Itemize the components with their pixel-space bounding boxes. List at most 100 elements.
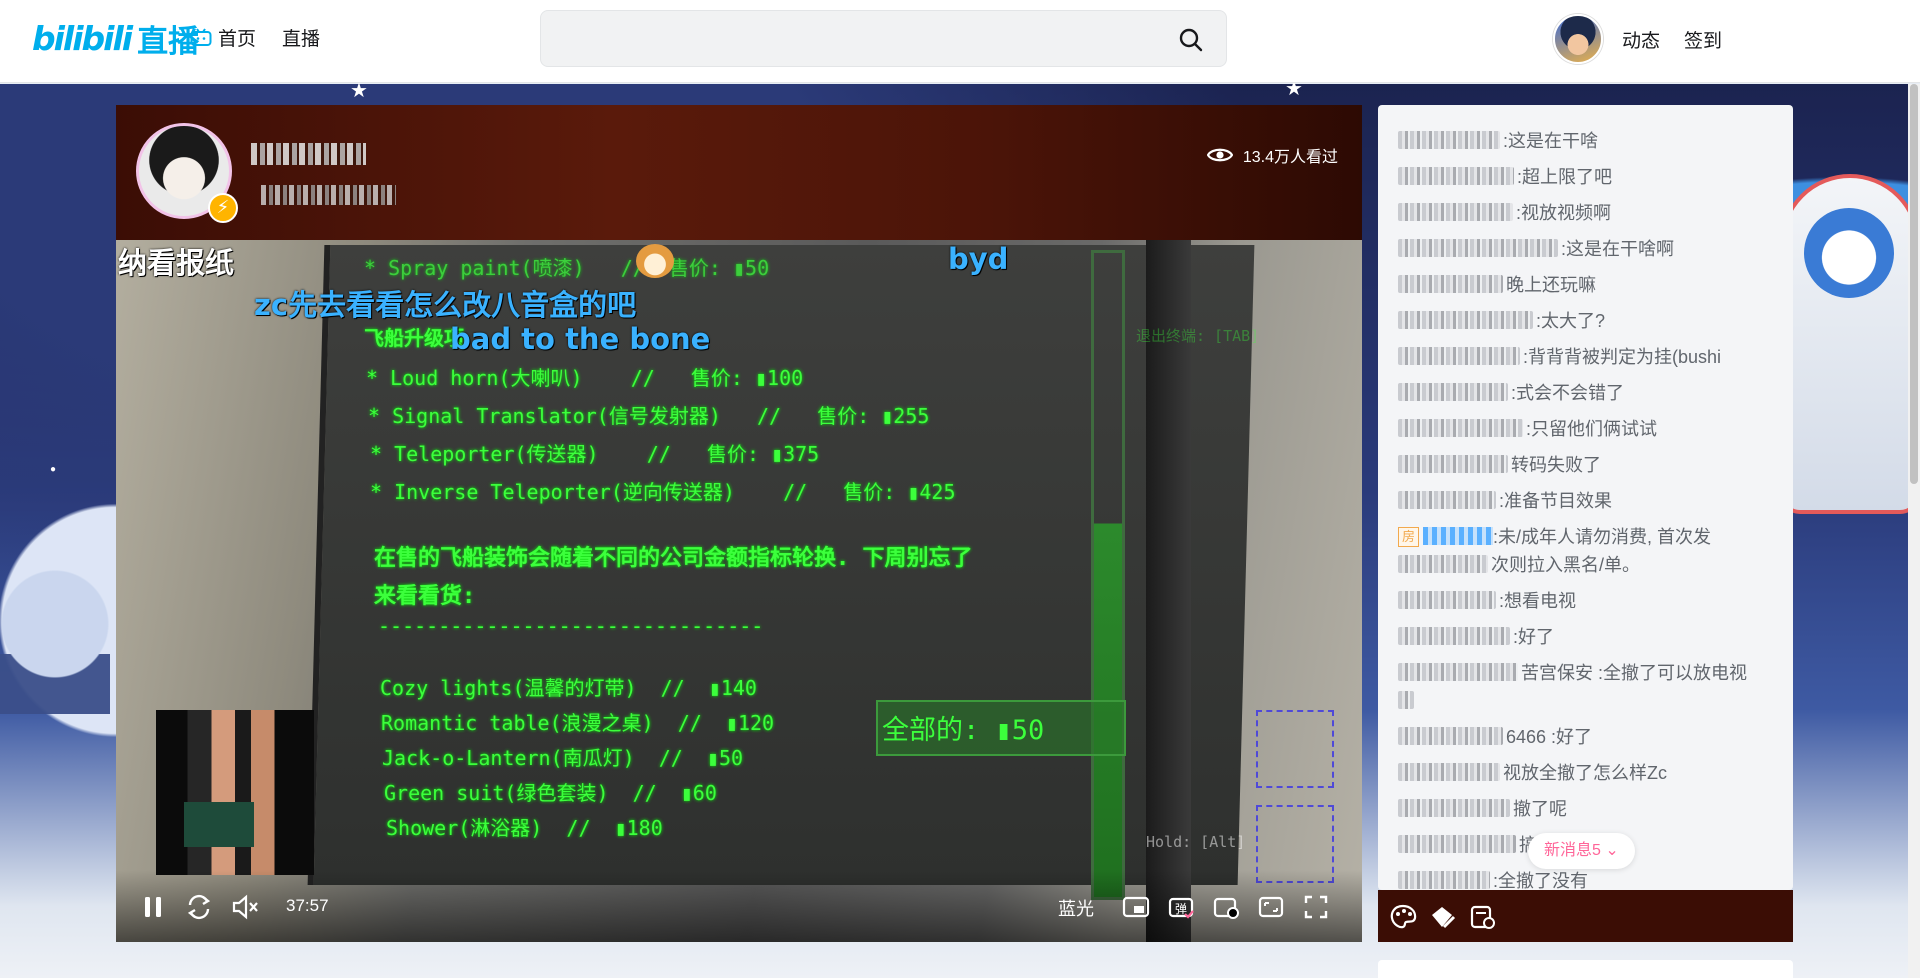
terminal-line: * Signal Translator(信号发射器) // 售价: ▮255 [368, 404, 930, 428]
top-navigation-bar: bilibili 直播 首页 直播 动态 签到 [0, 0, 1920, 83]
nav-item-home-label: 首页 [218, 29, 257, 50]
streamer-webcam-pixelated [156, 710, 314, 875]
terminal-line: -------------------------------- [378, 614, 764, 638]
chat-username-pixelated[interactable] [1423, 527, 1494, 545]
terminal-line: 在售的飞船装饰会随着不同的公司金额指标轮换. 下周别忘了 [374, 546, 973, 571]
terminal-line: 飞船升级项 [364, 326, 464, 350]
nav-item-live[interactable]: 直播 [282, 24, 320, 51]
chat-message-text: 6466 :好了 [1506, 727, 1593, 747]
total-price-text: 全部的: ▮50 [882, 715, 1045, 746]
terminal-line: * Teleporter(传送器) // 售价: ▮375 [370, 442, 820, 466]
chat-username-pixelated[interactable] [1398, 203, 1513, 221]
chat-username-pixelated[interactable] [1398, 663, 1518, 681]
checkin-link[interactable]: 签到 [1684, 26, 1722, 53]
chat-message-text: :这是在干啥 [1503, 131, 1599, 151]
web-fullscreen-icon[interactable] [1256, 892, 1286, 922]
dynamics-link[interactable]: 动态 [1622, 26, 1660, 53]
game-gauge [1091, 250, 1125, 900]
chat-message: 苦宫保安 :全撤了可以放电视 [1398, 655, 1773, 719]
picture-in-picture-icon[interactable] [1121, 892, 1151, 922]
chat-message: :太大了? [1398, 303, 1773, 339]
bilibili-live-logo[interactable]: bilibili 直播 [32, 18, 199, 60]
chat-username-pixelated[interactable] [1398, 763, 1500, 781]
nav-item-home[interactable]: 首页 [190, 24, 256, 51]
volume-mute-icon[interactable] [230, 892, 260, 922]
danmaku-comment: zc先去看看怎么改八音盒的吧 [254, 288, 637, 322]
chat-username-pixelated[interactable] [1398, 383, 1508, 401]
new-messages-button[interactable]: 新消息5 ⌄ [1528, 833, 1635, 869]
chat-message-text: :全撤了没有 [1493, 871, 1589, 890]
search-icon[interactable] [1178, 27, 1204, 53]
terminal-line: 来看看货: [374, 584, 476, 609]
terminal-line: Cozy lights(温馨的灯带) // ▮140 [380, 676, 757, 700]
pause-icon[interactable] [138, 892, 168, 922]
chat-input-card [1378, 960, 1793, 978]
chat-username-pixelated[interactable] [1398, 627, 1510, 645]
terminal-line: * Inverse Teleporter(逆向传送器) // 售价: ▮425 [370, 480, 956, 504]
chat-message: :这是在干啥 [1398, 123, 1773, 159]
chat-message: :想看电视 [1398, 583, 1773, 619]
danmaku-toggle-icon[interactable]: 弹 [1166, 892, 1196, 922]
chat-username-pixelated[interactable] [1398, 591, 1496, 609]
chat-username-pixelated[interactable] [1398, 835, 1516, 853]
chat-message-text: :超上限了吧 [1517, 167, 1613, 187]
chat-message-list[interactable]: :这是在干啥 :超上限了吧 :视放视频啊 :这是在干啥啊 晚上还玩嘛 :太大了?… [1378, 105, 1793, 890]
chat-message-text: 苦宫保安 :全撤了可以放电视 [1521, 663, 1748, 683]
background-rocket [1780, 174, 1920, 514]
chat-message: :好了 [1398, 619, 1773, 655]
search-input[interactable] [555, 25, 1155, 53]
streamer-name-pixelated[interactable] [251, 143, 366, 165]
chat-message: 视放全撤了怎么样Zc [1398, 755, 1773, 791]
quality-selector[interactable]: 蓝光 [1058, 895, 1094, 921]
video-frame[interactable]: * Spray paint(喷漆) // 售价: ▮50 飞船升级项 * Lou… [116, 240, 1362, 942]
chat-message: 晚上还玩嘛 [1398, 267, 1773, 303]
chat-username-pixelated[interactable] [1398, 311, 1533, 329]
chat-message-text: :视放视频啊 [1516, 203, 1612, 223]
star-decoration: ● [50, 464, 57, 475]
terminal-line: Jack-o-Lantern(南瓜灯) // ▮50 [382, 746, 744, 770]
chat-message-text: :未/成年人请勿消费, 首次发 [1493, 527, 1712, 547]
chat-username-pixelated[interactable] [1398, 455, 1508, 473]
danmaku-chat-panel: :这是在干啥 :超上限了吧 :视放视频啊 :这是在干啥啊 晚上还玩嘛 :太大了?… [1378, 105, 1793, 890]
search-box [540, 10, 1227, 67]
user-avatar[interactable] [1553, 14, 1603, 64]
terminal-line: * Loud horn(大喇叭) // 售价: ▮100 [366, 366, 804, 390]
chat-username-pixelated[interactable] [1398, 167, 1514, 185]
chat-username-pixelated[interactable] [1398, 419, 1523, 437]
chat-username-pixelated[interactable] [1398, 799, 1510, 817]
shield-block-icon[interactable] [1428, 903, 1458, 931]
chat-message-system: 房:未/成年人请勿消费, 首次发 次则拉入黑名/单。 [1398, 519, 1773, 583]
player-header: ⚡ 13.4万人看过 [116, 105, 1362, 240]
chat-message-text: :想看电视 [1499, 591, 1577, 611]
chat-message-text: 转码失败了 [1511, 455, 1601, 475]
logo-text: bilibili [32, 18, 133, 58]
live-player: ⚡ 13.4万人看过 * Spray paint(喷漆) // 售价: ▮50 … [116, 105, 1362, 942]
hud-hold-hint: Hold: [Alt] [1146, 833, 1246, 851]
room-title-pixelated [261, 185, 396, 205]
fullscreen-icon[interactable] [1301, 892, 1331, 922]
danmaku-settings-icon[interactable] [1211, 892, 1241, 922]
chat-username-pixelated[interactable] [1398, 871, 1490, 889]
terminal-line: Romantic table(浪漫之桌) // ▮120 [381, 711, 775, 735]
chat-message-text: 撤了呢 [1513, 799, 1567, 819]
chat-username-pixelated[interactable] [1398, 347, 1520, 365]
chat-toolbar [1378, 890, 1793, 942]
chat-username-pixelated[interactable] [1398, 727, 1503, 745]
report-icon[interactable] [1468, 903, 1498, 931]
chat-message: :背背背被判定为挂(bushi [1398, 339, 1773, 375]
terminal-line: * Spray paint(喷漆) // 售价: ▮50 [364, 256, 770, 280]
chat-message: 6466 :好了 [1398, 719, 1773, 755]
page-scrollbar[interactable] [1908, 84, 1920, 978]
chat-username-pixelated[interactable] [1398, 239, 1558, 257]
lightning-badge-icon: ⚡ [208, 193, 238, 223]
chat-username-pixelated[interactable] [1398, 131, 1500, 149]
palette-icon[interactable] [1388, 903, 1418, 931]
chat-username-pixelated[interactable] [1398, 275, 1503, 293]
chat-message: :这是在干啥啊 [1398, 231, 1773, 267]
refresh-icon[interactable] [184, 892, 214, 922]
chat-message-text: 晚上还玩嘛 [1506, 275, 1596, 295]
chat-username-pixelated[interactable] [1398, 491, 1496, 509]
chat-message: :视放视频啊 [1398, 195, 1773, 231]
danmaku-comment: byd [948, 242, 1009, 276]
scrollbar-thumb[interactable] [1910, 84, 1918, 484]
